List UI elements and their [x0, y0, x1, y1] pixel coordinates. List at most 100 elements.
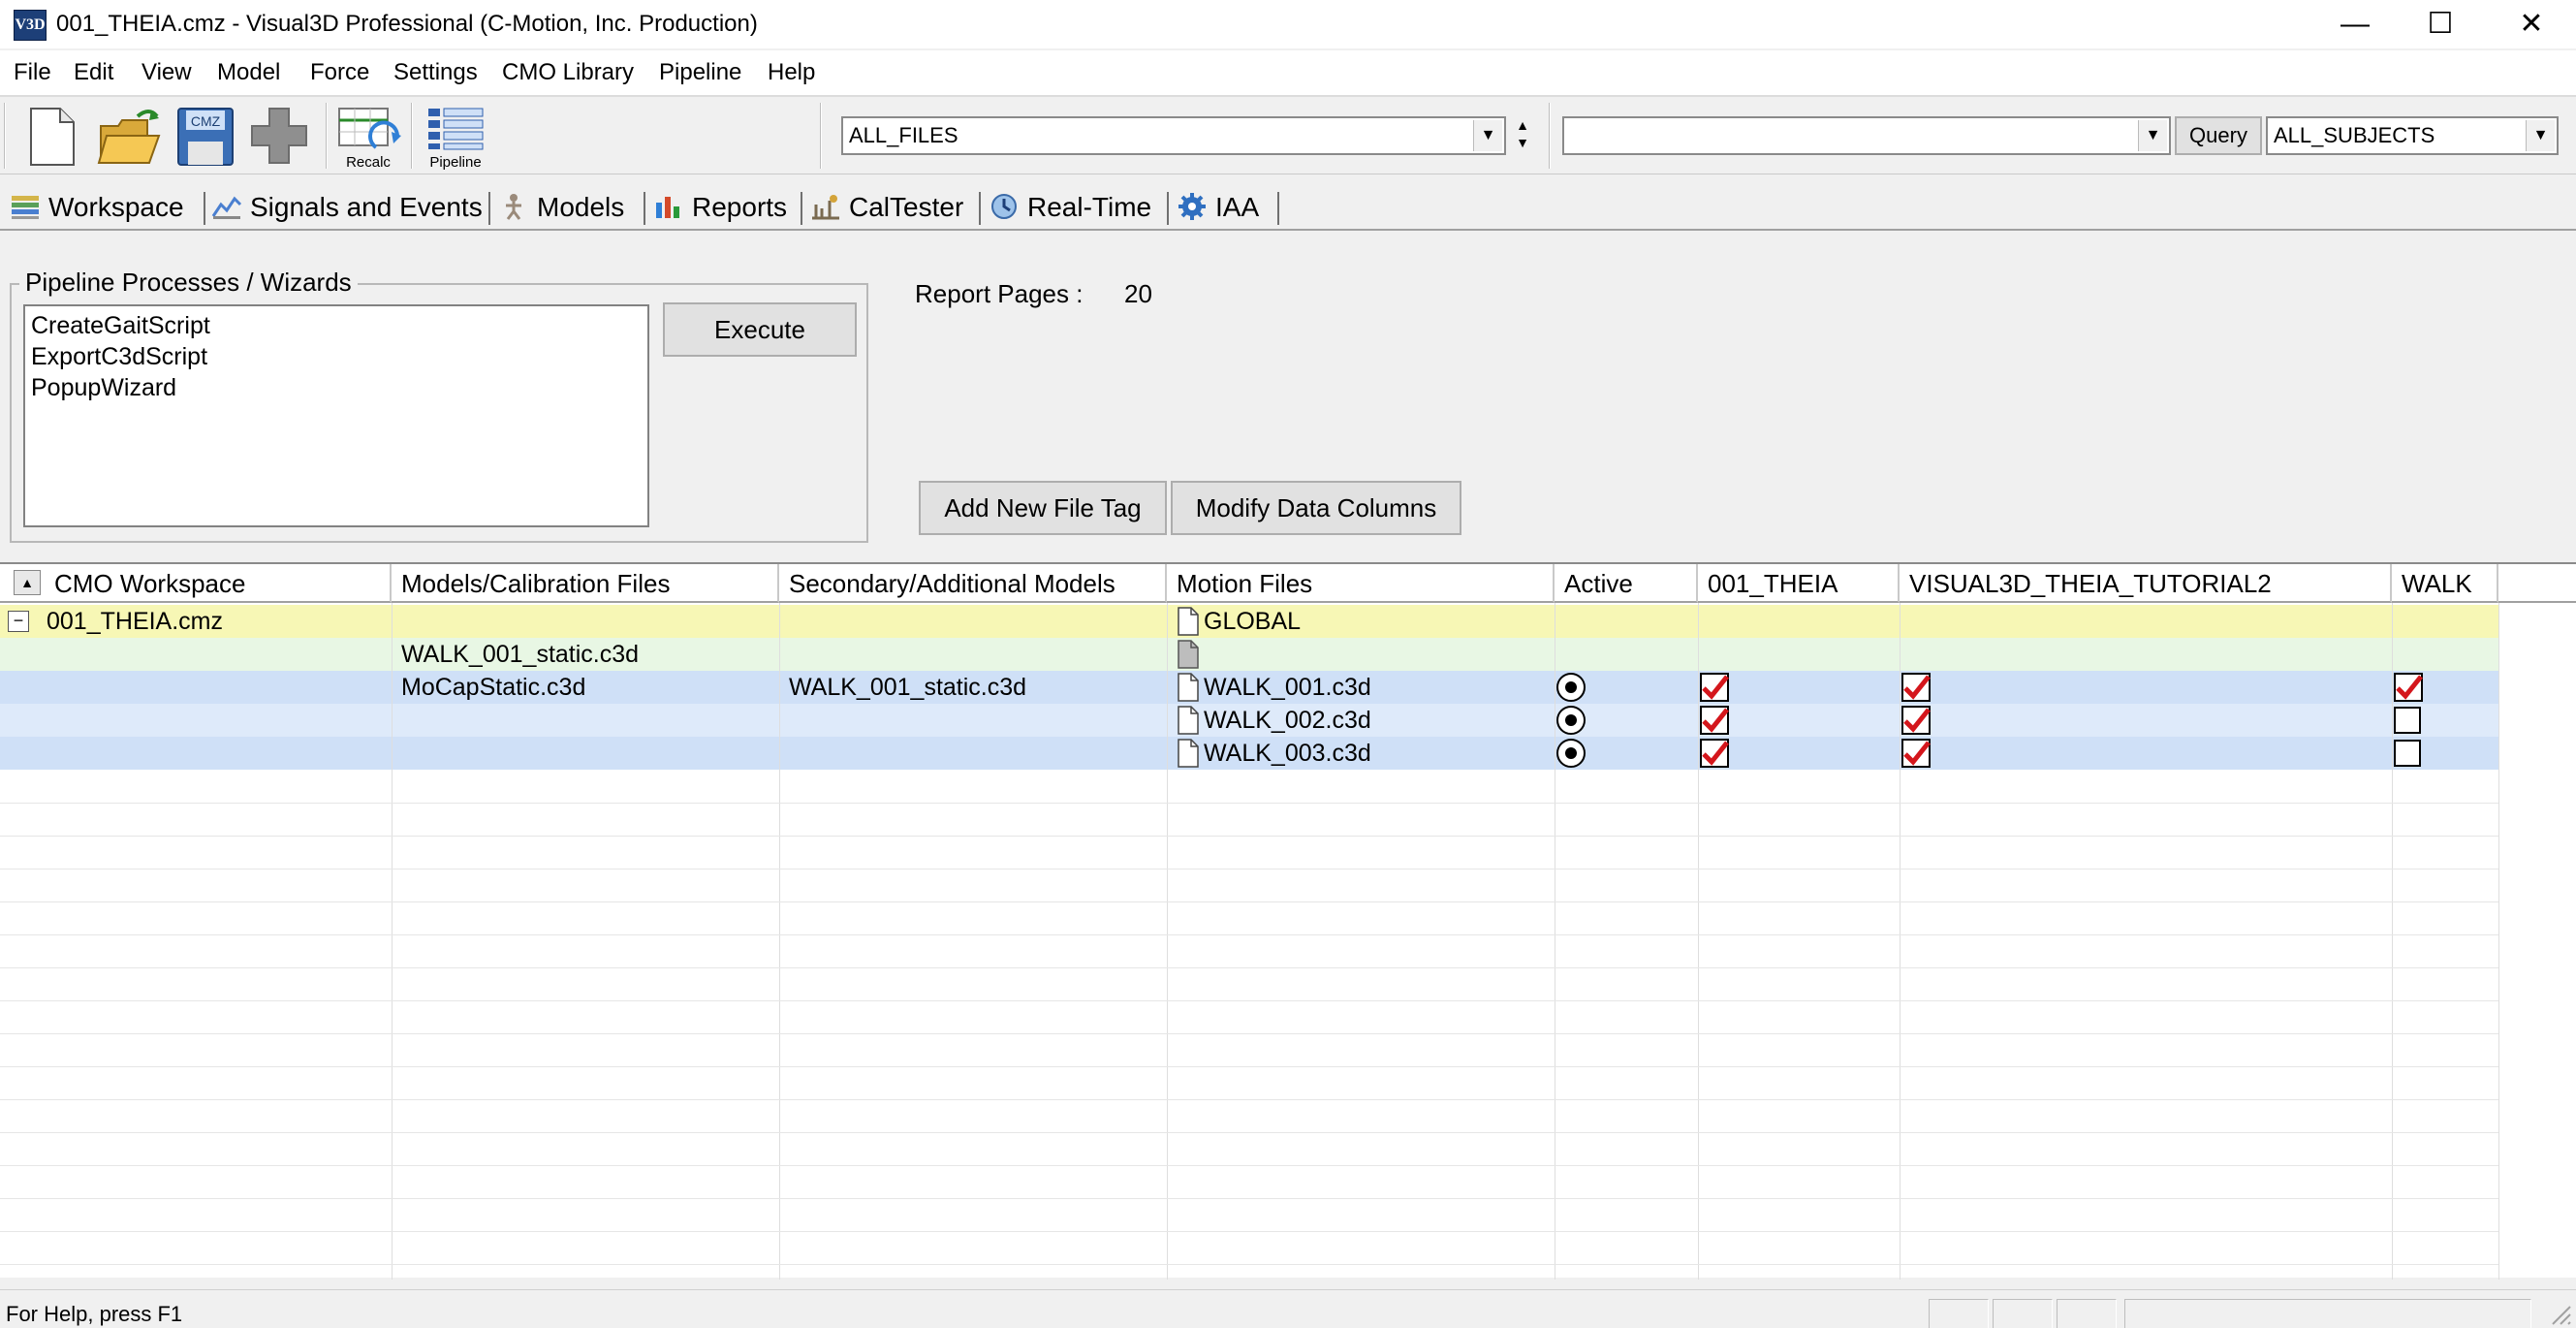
- signals-icon: [211, 196, 242, 219]
- chevron-down-icon[interactable]: ▼: [1473, 120, 1502, 151]
- table-row[interactable]: WALK_002.c3d: [0, 704, 2498, 737]
- tab-iaa[interactable]: IAA: [1177, 188, 1259, 227]
- tab-separator: [1167, 192, 1169, 225]
- column-header-label: WALK: [2402, 569, 2472, 598]
- checkbox-unchecked[interactable]: [2394, 707, 2421, 734]
- list-item[interactable]: ExportC3dScript: [31, 341, 642, 372]
- menu-force[interactable]: Force: [310, 58, 369, 87]
- file-icon: [1178, 706, 1199, 735]
- grid-line: [2392, 603, 2393, 1280]
- motion-file-cell[interactable]: GLOBAL: [1204, 605, 1301, 638]
- menu-settings[interactable]: Settings: [393, 58, 478, 87]
- tab-workspace[interactable]: Workspace: [10, 188, 184, 227]
- tab-models[interactable]: Models: [498, 188, 624, 227]
- checkbox-checked-icon[interactable]: [1901, 706, 1931, 735]
- column-header-label: VISUAL3D_THEIA_TUTORIAL2: [1909, 569, 2272, 598]
- menu-model[interactable]: Model: [217, 58, 280, 87]
- workspace-cell[interactable]: 001_THEIA.cmz: [47, 605, 223, 638]
- grid-line: [0, 1000, 2498, 1001]
- collapse-icon[interactable]: −: [8, 611, 29, 632]
- secondary-model-cell[interactable]: WALK_001_static.c3d: [789, 671, 1026, 704]
- grid-line: [0, 869, 2498, 870]
- table-row[interactable]: WALK_003.c3d: [0, 737, 2498, 770]
- active-radio[interactable]: [1556, 673, 1586, 702]
- report-pages-value: 20: [1124, 279, 1152, 308]
- open-file-button[interactable]: [95, 103, 165, 169]
- table-row[interactable]: MoCapStatic.c3d WALK_001_static.c3d WALK…: [0, 671, 2498, 704]
- static-file-icon: [1178, 640, 1199, 669]
- table-row[interactable]: WALK_001_static.c3d: [0, 638, 2498, 671]
- motion-file-cell[interactable]: WALK_001.c3d: [1204, 671, 1371, 704]
- pipeline-process-list[interactable]: CreateGaitScript ExportC3dScript PopupWi…: [23, 304, 649, 527]
- toolbar-separator: [411, 103, 413, 169]
- toolbar: CMZ Recalc Pipeline ALL_FILES ▼ ▲ ▼ ▼ Qu…: [0, 97, 2576, 174]
- list-item[interactable]: PopupWizard: [31, 372, 642, 403]
- add-button[interactable]: [244, 103, 314, 169]
- tag-filter-combo[interactable]: ▼: [1562, 116, 2171, 155]
- execute-button[interactable]: Execute: [663, 302, 857, 357]
- file-filter-spinner[interactable]: ▲ ▼: [1512, 116, 1533, 155]
- menu-pipeline[interactable]: Pipeline: [659, 58, 741, 87]
- checkbox-unchecked[interactable]: [2394, 740, 2421, 767]
- save-cmz-icon: CMZ: [177, 108, 234, 166]
- column-header-visual3d-theia-tutorial2[interactable]: VISUAL3D_THEIA_TUTORIAL2: [1900, 564, 2392, 603]
- status-pane: [1929, 1299, 1989, 1328]
- toolbar-grip: [4, 103, 6, 169]
- chevron-down-icon[interactable]: ▼: [2138, 120, 2167, 151]
- caltester-icon: [812, 195, 839, 220]
- save-cmz-button[interactable]: CMZ: [171, 103, 240, 169]
- pipeline-button[interactable]: Pipeline: [421, 103, 490, 171]
- add-new-file-tag-button[interactable]: Add New File Tag: [919, 481, 1167, 535]
- chevron-down-icon[interactable]: ▼: [2526, 120, 2555, 151]
- grid-line: [0, 967, 2498, 968]
- file-icon: [1178, 739, 1199, 768]
- checkbox-checked-icon[interactable]: [1901, 739, 1931, 768]
- checkbox-checked-icon[interactable]: [1700, 673, 1729, 702]
- app-icon: V3D: [14, 10, 47, 41]
- close-button[interactable]: ✕: [2487, 0, 2576, 48]
- checkbox-checked-icon[interactable]: [2394, 673, 2423, 702]
- checkbox-checked-icon[interactable]: [1901, 673, 1931, 702]
- file-filter-combo[interactable]: ALL_FILES ▼: [841, 116, 1506, 155]
- checkbox-checked-icon[interactable]: [1700, 739, 1729, 768]
- column-header-secondary[interactable]: Secondary/Additional Models: [779, 564, 1167, 603]
- checkbox-checked-icon[interactable]: [1700, 706, 1729, 735]
- list-item[interactable]: CreateGaitScript: [31, 310, 642, 341]
- sort-icon[interactable]: ▲: [14, 570, 41, 595]
- minimize-button[interactable]: —: [2310, 0, 2400, 48]
- recalc-button[interactable]: Recalc: [333, 103, 403, 171]
- maximize-button[interactable]: ☐: [2396, 0, 2485, 48]
- subject-filter-combo[interactable]: ALL_SUBJECTS ▼: [2266, 116, 2559, 155]
- menu-file[interactable]: File: [14, 58, 51, 87]
- model-file-cell[interactable]: MoCapStatic.c3d: [401, 671, 585, 704]
- column-header-cmo-workspace[interactable]: ▲ CMO Workspace: [0, 564, 392, 603]
- motion-file-cell[interactable]: WALK_003.c3d: [1204, 737, 1371, 770]
- column-header-001-theia[interactable]: 001_THEIA: [1698, 564, 1900, 603]
- menu-view[interactable]: View: [141, 58, 192, 87]
- column-header-models[interactable]: Models/Calibration Files: [392, 564, 779, 603]
- grid-line: [779, 603, 780, 1280]
- tab-caltester[interactable]: CalTester: [810, 188, 963, 227]
- tab-reports[interactable]: Reports: [653, 188, 787, 227]
- grid-line: [0, 1165, 2498, 1166]
- column-header-active[interactable]: Active: [1555, 564, 1698, 603]
- modify-data-columns-button[interactable]: Modify Data Columns: [1171, 481, 1461, 535]
- tab-signals-and-events[interactable]: Signals and Events: [211, 188, 483, 227]
- resize-grip-icon[interactable]: [2547, 1301, 2572, 1326]
- column-header-walk[interactable]: WALK: [2392, 564, 2498, 603]
- model-file-cell[interactable]: WALK_001_static.c3d: [401, 638, 639, 671]
- new-file-button[interactable]: [17, 103, 87, 169]
- motion-file-cell[interactable]: WALK_002.c3d: [1204, 704, 1371, 737]
- query-button[interactable]: Query: [2175, 116, 2262, 155]
- tab-real-time[interactable]: Real-Time: [989, 188, 1151, 227]
- active-radio[interactable]: [1556, 739, 1586, 768]
- active-radio[interactable]: [1556, 706, 1586, 735]
- status-pane: [2124, 1299, 2531, 1328]
- menu-cmo-library[interactable]: CMO Library: [502, 58, 634, 87]
- table-row[interactable]: − 001_THEIA.cmz GLOBAL: [0, 605, 2498, 638]
- grid-line: [0, 1198, 2498, 1199]
- column-header-motion-files[interactable]: Motion Files: [1167, 564, 1555, 603]
- menu-help[interactable]: Help: [768, 58, 815, 87]
- menu-edit[interactable]: Edit: [74, 58, 113, 87]
- pipeline-label: Pipeline: [429, 154, 482, 171]
